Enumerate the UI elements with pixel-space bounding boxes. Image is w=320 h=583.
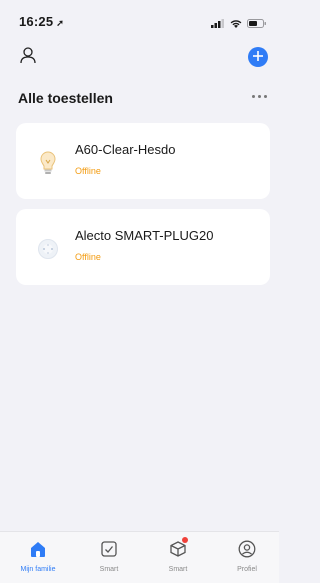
tab-smart[interactable]: Smart xyxy=(79,538,139,573)
plus-icon xyxy=(253,48,263,66)
smart-plug-icon xyxy=(37,236,59,262)
header xyxy=(0,44,279,74)
more-dots-icon xyxy=(252,94,255,98)
device-name: A60-Clear-Hesdo xyxy=(75,142,176,157)
tab-bar: Mijn familie Smart Smart Profiel xyxy=(0,531,279,583)
status-bar: 16:25 ➚ xyxy=(0,0,279,36)
profile-button[interactable] xyxy=(17,46,39,68)
location-arrow-icon: ➚ xyxy=(56,18,64,28)
status-time: 16:25 ➚ xyxy=(19,14,64,29)
wifi-icon xyxy=(230,15,242,33)
device-status: Offline xyxy=(75,166,101,176)
page-title: Alle toestellen xyxy=(18,90,113,106)
device-card[interactable]: A60-Clear-Hesdo Offline xyxy=(16,123,270,199)
cube-icon xyxy=(167,537,189,560)
signal-icon xyxy=(211,15,225,33)
more-dot xyxy=(258,94,261,98)
tab-mijn-familie[interactable]: Mijn familie xyxy=(8,538,68,573)
device-name: Alecto SMART-PLUG20 xyxy=(75,228,214,243)
status-icons xyxy=(211,15,267,33)
tab-label: Mijn familie xyxy=(20,566,56,573)
tab-label: Smart xyxy=(168,566,188,573)
checkbox-icon xyxy=(98,538,120,560)
more-options-button[interactable] xyxy=(252,89,267,103)
tab-label: Smart xyxy=(99,566,119,573)
device-status: Offline xyxy=(75,252,101,262)
home-icon xyxy=(27,538,49,560)
tab-smart-scenes[interactable]: Smart xyxy=(148,537,208,573)
add-device-button[interactable] xyxy=(248,47,268,67)
tab-label: Profiel xyxy=(237,566,257,573)
light-bulb-icon xyxy=(37,150,59,176)
profile-circle-icon xyxy=(236,538,258,560)
battery-icon xyxy=(247,15,267,33)
more-dot xyxy=(264,94,267,98)
device-card[interactable]: Alecto SMART-PLUG20 Offline xyxy=(16,209,270,285)
person-outline-icon xyxy=(19,46,37,69)
notification-badge xyxy=(182,537,188,543)
tab-profiel[interactable]: Profiel xyxy=(217,538,277,573)
status-time-text: 16:25 xyxy=(19,14,54,29)
